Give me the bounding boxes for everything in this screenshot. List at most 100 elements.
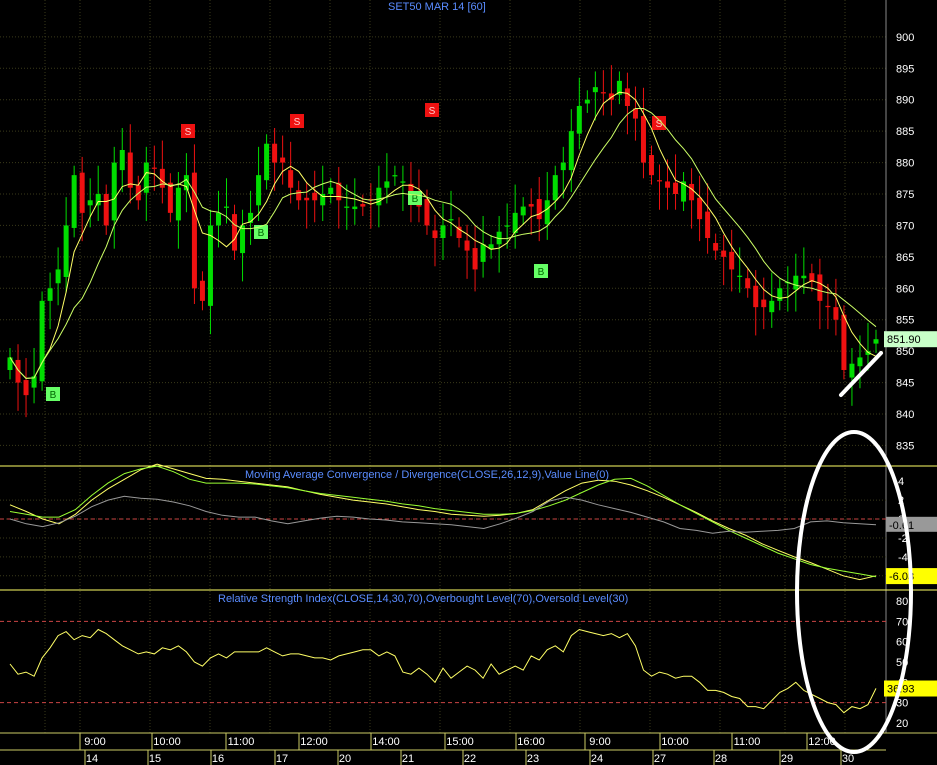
date-axis-label: 23: [527, 753, 539, 765]
stock-chart: BBBBSSSS 9008958908858808758708658608558…: [0, 0, 937, 765]
candle-body: [312, 192, 318, 201]
time-axis-label: 10:00: [153, 736, 181, 748]
buy-signal-label: B: [538, 267, 545, 278]
candle-body: [544, 200, 550, 225]
price-tick-label: 880: [896, 158, 914, 170]
rsi-line: [9, 628, 877, 714]
candle-body: [352, 206, 358, 210]
candle-body: [624, 88, 630, 106]
candle-body: [761, 299, 767, 308]
candle-body: [745, 278, 751, 289]
candle-body: [39, 300, 45, 382]
price-tick-label: 865: [896, 252, 914, 264]
chart-grid: [0, 0, 937, 765]
candle-body: [79, 172, 85, 213]
price-tick-label: 850: [896, 346, 914, 358]
candle-body: [344, 206, 350, 208]
candle-body: [167, 182, 173, 213]
macd-tick-label: -4: [898, 552, 908, 564]
candle-body: [552, 175, 558, 201]
candle-body: [817, 274, 823, 301]
candle-body: [215, 212, 221, 226]
candle-body: [753, 285, 759, 308]
macd-signal-value: -0.61: [889, 520, 914, 532]
date-axis-label: 22: [464, 753, 476, 765]
macd-panel-title: Moving Average Convergence / Divergence(…: [245, 469, 610, 481]
candle-body: [705, 211, 711, 238]
time-axis-label: 11:00: [734, 736, 761, 748]
price-tick-label: 890: [896, 95, 914, 107]
candle-body: [857, 357, 863, 367]
time-axis-label: 11:00: [228, 736, 255, 748]
candle-body: [288, 170, 294, 188]
candle-body: [232, 214, 238, 251]
candle-body: [721, 250, 727, 257]
macd-series-line: [9, 463, 877, 581]
sell-signal-label: S: [429, 106, 436, 117]
candle-body: [713, 243, 719, 251]
candle-body: [360, 204, 366, 207]
candle-body: [536, 199, 542, 220]
date-axis-label: 16: [212, 753, 224, 765]
candle-body: [304, 197, 310, 201]
candle-body: [280, 157, 286, 163]
candle-body: [600, 92, 606, 94]
date-axis-label: 29: [781, 753, 793, 765]
candle-body: [657, 180, 662, 182]
candle-body: [440, 225, 446, 238]
date-axis-label: 30: [842, 753, 854, 765]
price-tick-label: 895: [896, 63, 914, 75]
date-axis-label: 15: [149, 753, 161, 765]
candle-body: [328, 187, 334, 194]
candle-body: [175, 187, 181, 221]
candle-body: [87, 200, 93, 206]
date-axis-label: 27: [654, 753, 666, 765]
candle-body: [841, 314, 847, 370]
candle-body: [392, 175, 398, 177]
last-price-label: 851.90: [887, 334, 921, 346]
candle-body: [71, 175, 77, 228]
sell-signal-label: S: [185, 127, 192, 138]
candle-body: [55, 269, 61, 284]
candle-body: [592, 87, 598, 93]
price-tick-label: 900: [896, 32, 914, 44]
candle-body: [729, 251, 735, 270]
rsi-tick-label: 20: [896, 718, 908, 730]
candle-body: [464, 240, 470, 251]
price-tick-label: 870: [896, 220, 914, 232]
candle-body: [568, 131, 574, 171]
candle-body: [801, 275, 807, 279]
candle-body: [272, 143, 278, 163]
candle-body: [111, 162, 117, 221]
candle-body: [833, 307, 839, 320]
candle-body: [520, 206, 526, 216]
time-axis-label: 15:00: [446, 736, 474, 748]
candle-body: [47, 288, 53, 301]
candle-body: [256, 175, 262, 206]
candle-body: [528, 204, 534, 207]
candle-body: [376, 187, 382, 206]
candle-body: [825, 305, 831, 308]
candle-body: [640, 116, 646, 163]
candle-body: [560, 162, 566, 171]
rsi-panel-title: Relative Strength Index(CLOSE,14,30,70),…: [218, 593, 629, 605]
chart-title: SET50 MAR 14 [60]: [388, 1, 486, 13]
sell-signal-label: S: [294, 117, 301, 128]
date-axis-label: 28: [715, 753, 727, 765]
candle-body: [480, 244, 486, 262]
candle-body: [264, 143, 270, 181]
date-axis-label: 20: [339, 753, 351, 765]
date-axis-label: 24: [591, 753, 603, 765]
buy-signal-label: B: [258, 228, 265, 239]
candle-body: [424, 199, 430, 226]
candle-body: [472, 248, 478, 270]
time-axis-label: 9:00: [84, 736, 105, 748]
candle-body: [665, 181, 671, 188]
rsi-tick-label: 70: [896, 616, 908, 628]
candle-body: [224, 206, 229, 208]
buy-signal-label: B: [50, 390, 57, 401]
candle-body: [400, 181, 406, 183]
date-axis-label: 21: [402, 753, 414, 765]
candle-body: [207, 225, 213, 306]
candle-body: [584, 99, 590, 104]
